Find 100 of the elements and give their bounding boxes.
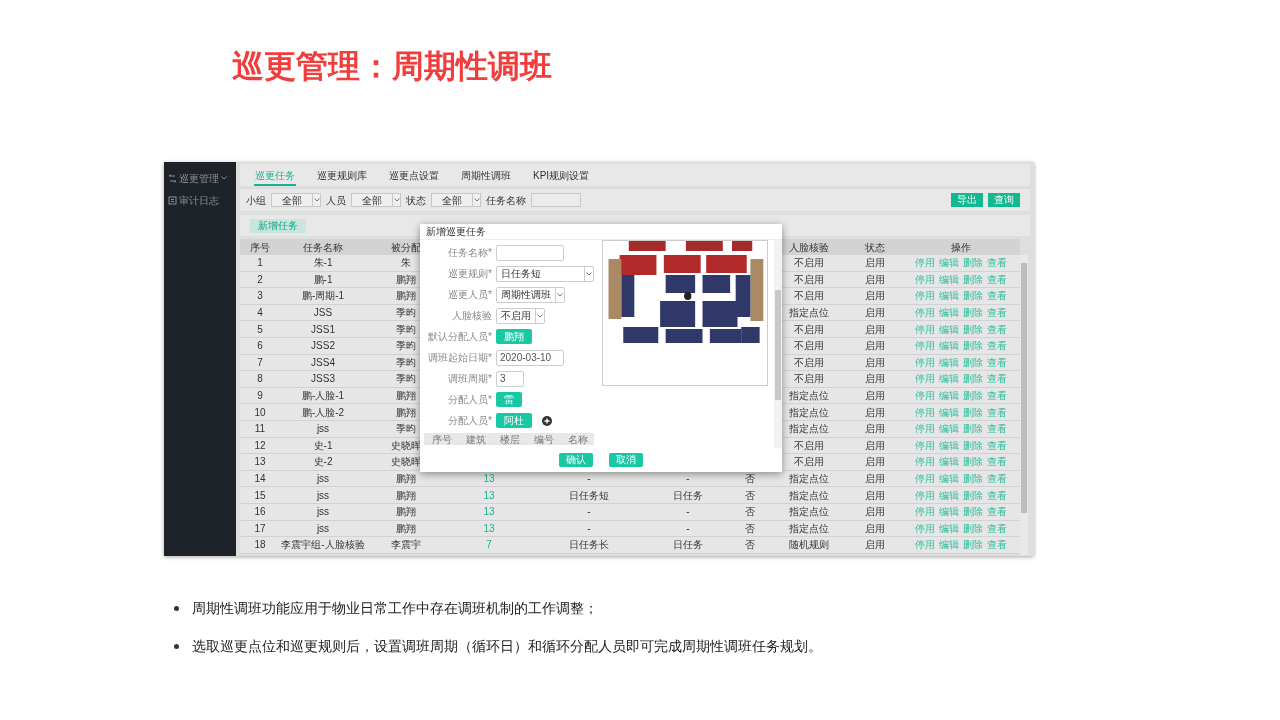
action-link[interactable]: 查看 <box>987 404 1007 420</box>
action-link[interactable]: 编辑 <box>939 271 959 287</box>
action-link[interactable]: 删除 <box>963 288 983 304</box>
select-field[interactable]: 全部 <box>351 193 401 207</box>
action-link[interactable]: 删除 <box>963 437 983 453</box>
select-field[interactable]: 日任务短 <box>496 265 594 282</box>
action-link[interactable]: 查看 <box>987 437 1007 453</box>
action-link[interactable]: 查看 <box>987 487 1007 503</box>
action-link[interactable]: 编辑 <box>939 537 959 553</box>
input-field[interactable] <box>496 244 564 261</box>
tab[interactable]: 巡更规则库 <box>316 166 368 186</box>
action-link[interactable]: 停用 <box>915 354 935 370</box>
action-link[interactable]: 查看 <box>987 338 1007 354</box>
scrollbar[interactable] <box>1020 255 1028 555</box>
action-link[interactable]: 删除 <box>963 471 983 486</box>
select-field[interactable]: 全部 <box>271 193 321 207</box>
sidebar-item[interactable]: 审计日志 <box>164 193 236 207</box>
action-link[interactable]: 查看 <box>987 271 1007 287</box>
action-link[interactable]: 查看 <box>987 305 1007 321</box>
action-link[interactable]: 查看 <box>987 421 1007 437</box>
action-link[interactable]: 停用 <box>915 471 935 486</box>
add-icon[interactable] <box>542 415 552 426</box>
tab[interactable]: 巡更任务 <box>254 166 296 186</box>
action-link[interactable]: 查看 <box>987 354 1007 370</box>
input-field[interactable] <box>531 193 581 207</box>
action-link[interactable]: 编辑 <box>939 487 959 503</box>
action-link[interactable]: 编辑 <box>939 354 959 370</box>
action-link[interactable]: 删除 <box>963 404 983 420</box>
action-link[interactable]: 删除 <box>963 537 983 553</box>
action-link[interactable]: 删除 <box>963 338 983 354</box>
action-link[interactable]: 停用 <box>915 321 935 337</box>
input-field[interactable]: 3 <box>496 370 524 387</box>
toolbar-button[interactable]: 导出 <box>951 193 983 207</box>
action-link[interactable]: 查看 <box>987 321 1007 337</box>
action-link[interactable]: 停用 <box>915 338 935 354</box>
action-link[interactable]: 停用 <box>915 504 935 520</box>
action-link[interactable]: 停用 <box>915 421 935 437</box>
action-link[interactable]: 停用 <box>915 520 935 536</box>
action-link[interactable]: 停用 <box>915 255 935 271</box>
action-link[interactable]: 查看 <box>987 388 1007 404</box>
action-link[interactable]: 删除 <box>963 388 983 404</box>
tab[interactable]: 周期性调班 <box>460 166 512 186</box>
action-link[interactable]: 编辑 <box>939 371 959 387</box>
scrollbar[interactable] <box>774 240 782 448</box>
action-link[interactable]: 删除 <box>963 504 983 520</box>
dialog-button[interactable]: 确认 <box>559 453 593 467</box>
action-link[interactable]: 删除 <box>963 487 983 503</box>
person-chip[interactable]: 雷 <box>496 392 522 407</box>
action-link[interactable]: 查看 <box>987 520 1007 536</box>
action-link[interactable]: 编辑 <box>939 305 959 321</box>
action-link[interactable]: 编辑 <box>939 255 959 271</box>
scrollbar-thumb[interactable] <box>1021 263 1027 513</box>
action-link[interactable]: 编辑 <box>939 404 959 420</box>
action-link[interactable]: 编辑 <box>939 504 959 520</box>
action-link[interactable]: 查看 <box>987 471 1007 486</box>
sidebar-item[interactable]: 巡更管理 <box>164 171 236 185</box>
action-link[interactable]: 编辑 <box>939 437 959 453</box>
action-link[interactable]: 编辑 <box>939 421 959 437</box>
action-link[interactable]: 删除 <box>963 305 983 321</box>
action-link[interactable]: 删除 <box>963 354 983 370</box>
select-field[interactable]: 全部 <box>431 193 481 207</box>
action-link[interactable]: 停用 <box>915 437 935 453</box>
action-link[interactable]: 删除 <box>963 255 983 271</box>
action-link[interactable]: 停用 <box>915 371 935 387</box>
action-link[interactable]: 停用 <box>915 288 935 304</box>
action-link[interactable]: 编辑 <box>939 338 959 354</box>
action-link[interactable]: 停用 <box>915 388 935 404</box>
action-link[interactable]: 删除 <box>963 321 983 337</box>
action-link[interactable]: 查看 <box>987 504 1007 520</box>
action-link[interactable]: 查看 <box>987 288 1007 304</box>
action-link[interactable]: 编辑 <box>939 388 959 404</box>
action-link[interactable]: 删除 <box>963 454 983 470</box>
person-chip[interactable]: 阿杜 <box>496 413 532 428</box>
action-link[interactable]: 删除 <box>963 371 983 387</box>
action-link[interactable]: 查看 <box>987 537 1007 553</box>
action-link[interactable]: 查看 <box>987 371 1007 387</box>
select-field[interactable]: 周期性调班 <box>496 286 565 303</box>
action-link[interactable]: 停用 <box>915 537 935 553</box>
action-link[interactable]: 编辑 <box>939 520 959 536</box>
action-link[interactable]: 编辑 <box>939 288 959 304</box>
action-link[interactable]: 停用 <box>915 305 935 321</box>
action-link[interactable]: 停用 <box>915 404 935 420</box>
action-link[interactable]: 停用 <box>915 454 935 470</box>
toolbar-button[interactable]: 查询 <box>988 193 1020 207</box>
tab[interactable]: 巡更点设置 <box>388 166 440 186</box>
input-field[interactable]: 2020-03-10 <box>496 349 564 366</box>
tab[interactable]: KPI规则设置 <box>532 166 591 186</box>
action-link[interactable]: 停用 <box>915 271 935 287</box>
select-field[interactable]: 不启用 <box>496 307 545 324</box>
action-link[interactable]: 查看 <box>987 255 1007 271</box>
person-chip[interactable]: 鹏翔 <box>496 329 532 344</box>
action-link[interactable]: 编辑 <box>939 471 959 486</box>
action-link[interactable]: 查看 <box>987 454 1007 470</box>
action-link[interactable]: 删除 <box>963 421 983 437</box>
action-link[interactable]: 编辑 <box>939 454 959 470</box>
action-link[interactable]: 编辑 <box>939 321 959 337</box>
action-link[interactable]: 删除 <box>963 520 983 536</box>
dialog-button[interactable]: 取消 <box>609 453 643 467</box>
action-link[interactable]: 停用 <box>915 487 935 503</box>
scrollbar-thumb[interactable] <box>775 290 781 400</box>
